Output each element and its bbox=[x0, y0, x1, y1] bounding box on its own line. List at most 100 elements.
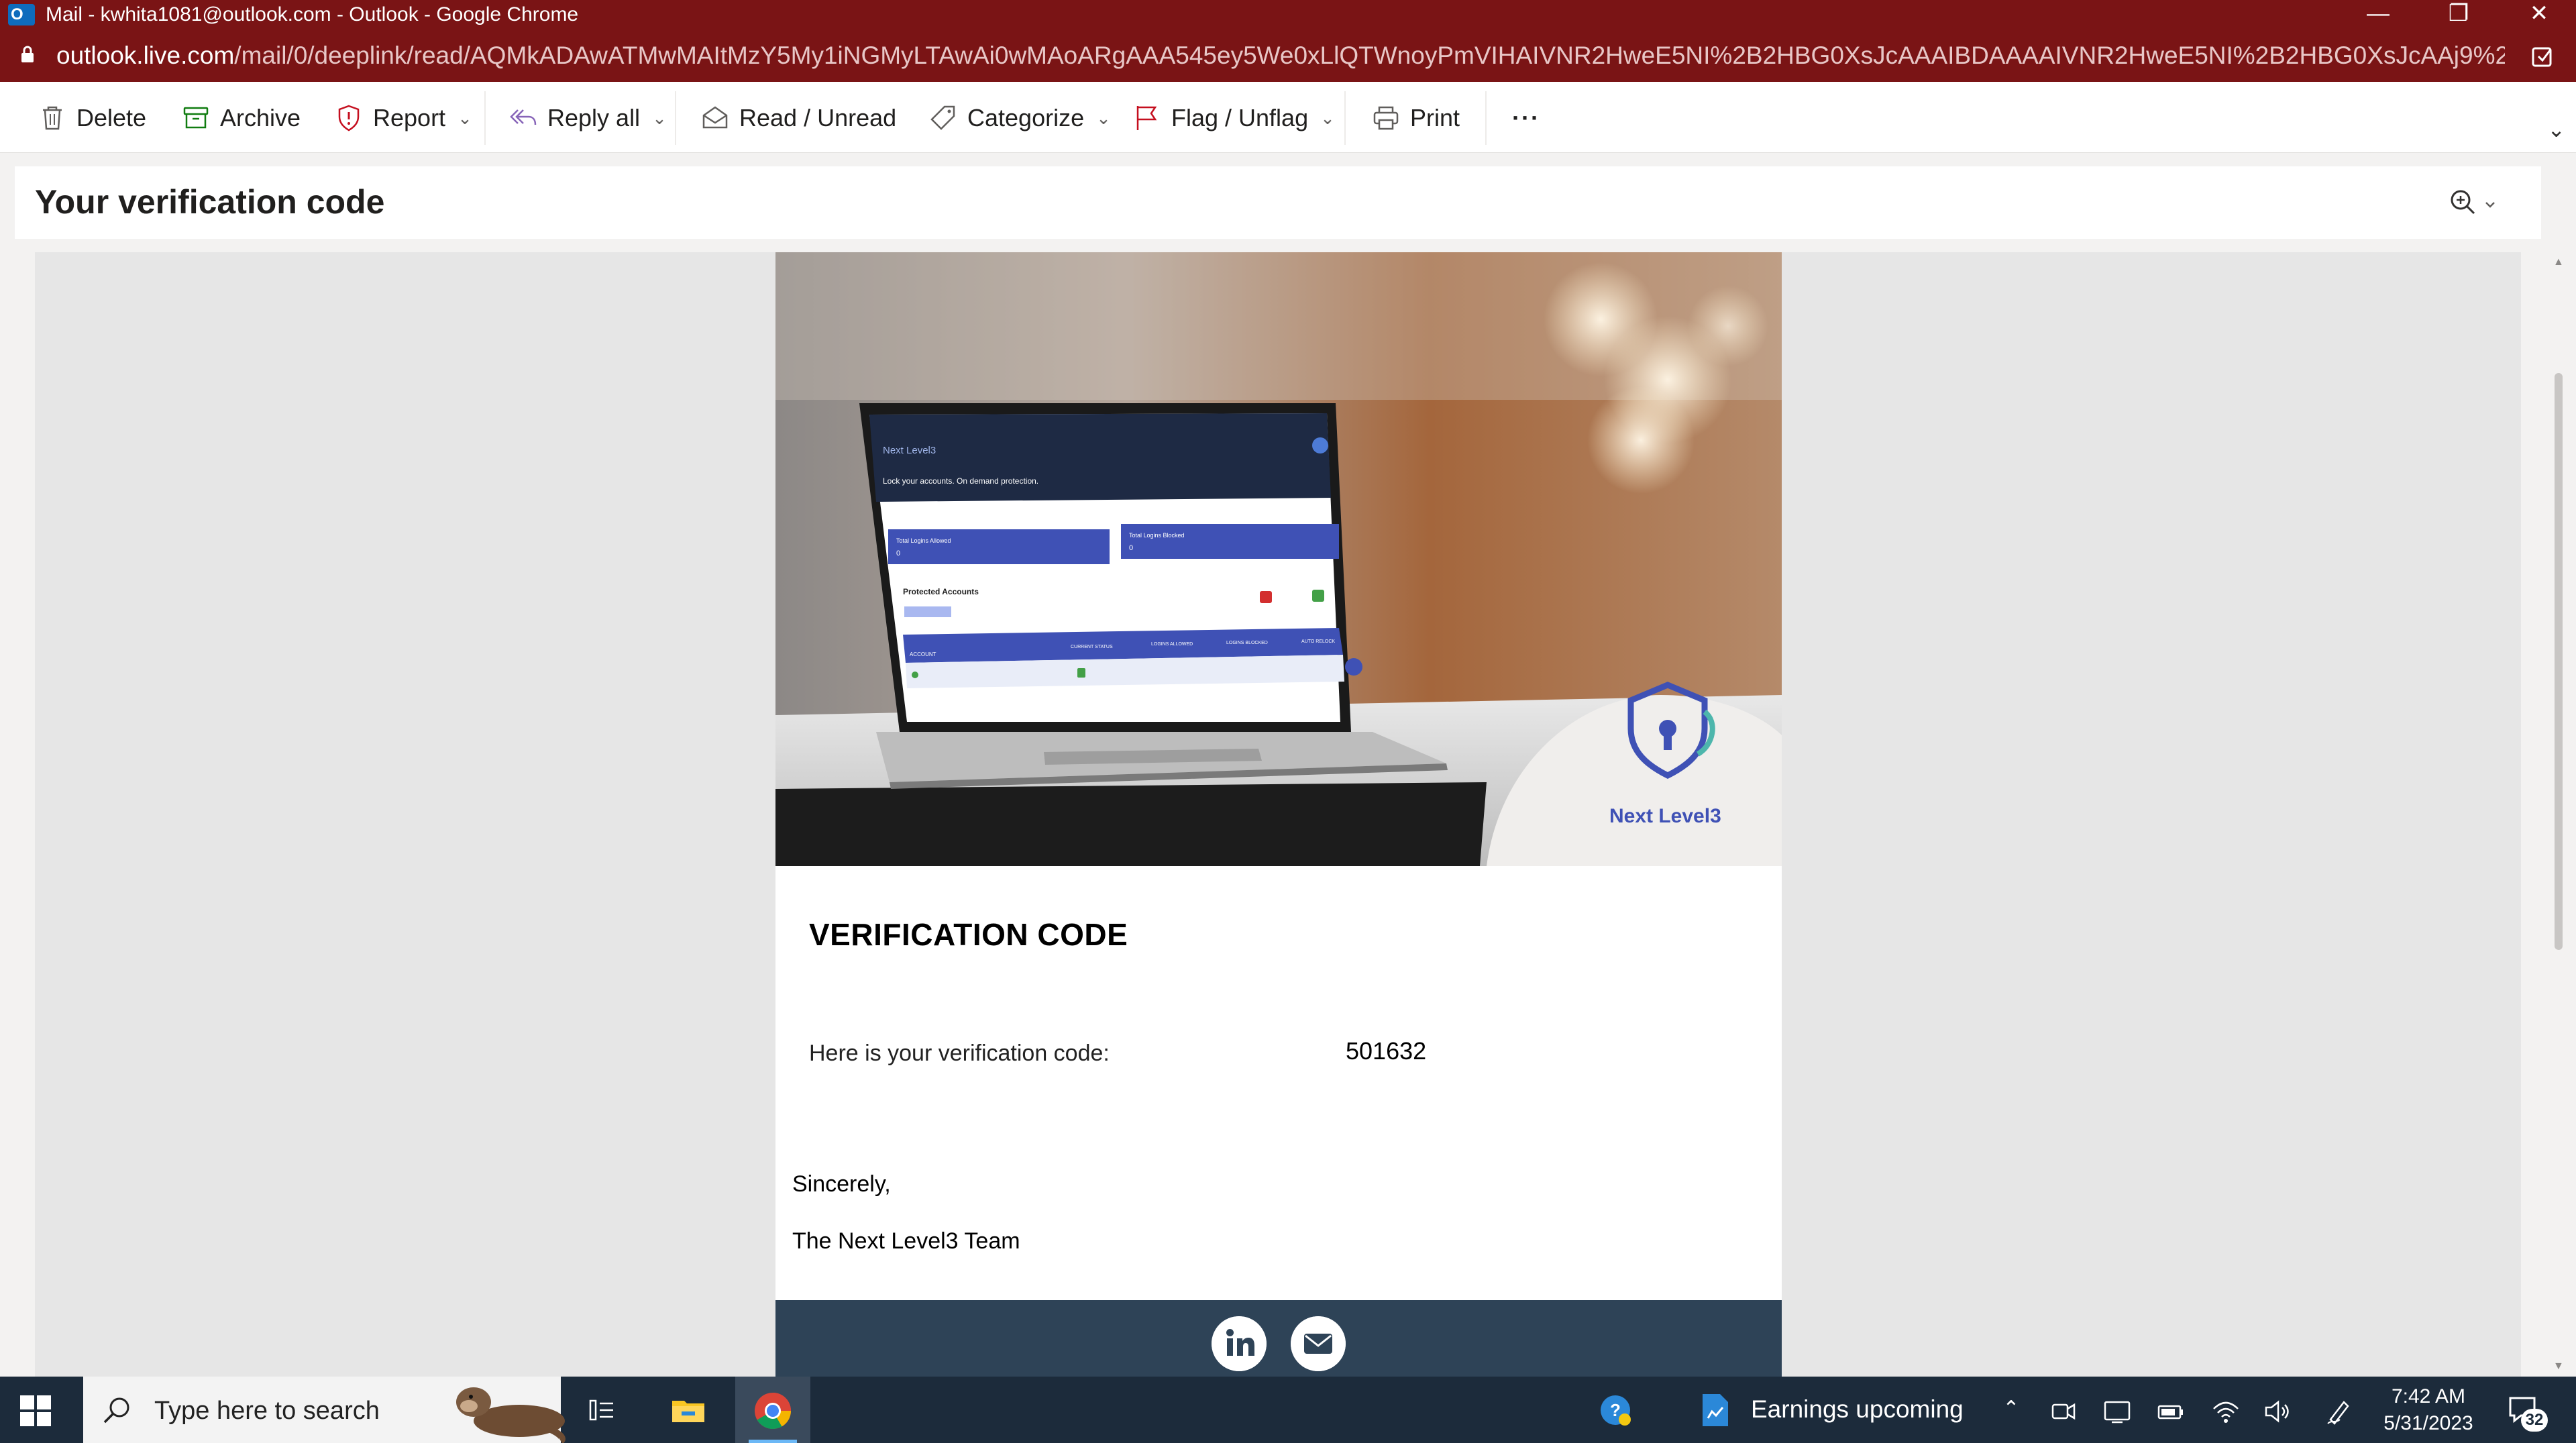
reply-all-icon bbox=[510, 109, 537, 125]
verification-code-value[interactable]: 501632 bbox=[1346, 1037, 1426, 1065]
browser-title-bar: Mail - kwhita1081@outlook.com - Outlook … bbox=[0, 0, 2576, 30]
separator bbox=[1485, 91, 1487, 145]
url-path: /mail/0/deeplink/read/AQMkADAwATMwMAItMz… bbox=[234, 42, 2505, 69]
svg-text:AUTO RELOCK: AUTO RELOCK bbox=[1301, 639, 1335, 644]
flag-button[interactable]: Flag / Unflag ⌄ bbox=[1132, 98, 1335, 138]
verification-code-label: Here is your verification code: bbox=[809, 1040, 1110, 1066]
svg-text:Lock your accounts. On demand: Lock your accounts. On demand protection… bbox=[883, 476, 1038, 486]
extension-icon[interactable] bbox=[2529, 43, 2556, 70]
more-label: ··· bbox=[1512, 104, 1540, 131]
close-button[interactable]: ✕ bbox=[2502, 0, 2576, 30]
meet-now-icon[interactable] bbox=[2049, 1397, 2078, 1426]
archive-icon bbox=[183, 107, 209, 129]
mail-icon[interactable] bbox=[1291, 1316, 1346, 1371]
message-subject: Your verification code bbox=[35, 183, 385, 221]
scroll-down-icon[interactable]: ▼ bbox=[2553, 1360, 2564, 1373]
more-actions-button[interactable]: ··· bbox=[1512, 98, 1540, 138]
message-header: Your verification code bbox=[15, 166, 2541, 239]
search-placeholder: Type here to search bbox=[154, 1397, 380, 1425]
chrome-icon bbox=[755, 1393, 791, 1430]
email-footer bbox=[775, 1300, 1782, 1377]
svg-text:0: 0 bbox=[896, 549, 900, 557]
ribbon-collapse-chevron-icon[interactable]: ⌄ bbox=[2547, 117, 2565, 142]
archive-button[interactable]: Archive bbox=[181, 98, 301, 138]
window-title: Mail - kwhita1081@outlook.com - Outlook … bbox=[46, 3, 579, 25]
pen-menu-icon[interactable] bbox=[2324, 1397, 2353, 1426]
reply-all-label: Reply all bbox=[547, 104, 641, 131]
report-label: Report bbox=[373, 104, 446, 131]
reading-pane-scrollbar[interactable]: ▲ ▼ bbox=[2549, 252, 2568, 1377]
archive-label: Archive bbox=[220, 104, 301, 131]
scroll-up-icon[interactable]: ▲ bbox=[2553, 256, 2564, 268]
svg-text:0: 0 bbox=[1129, 544, 1133, 552]
news-widget-icon[interactable] bbox=[1699, 1391, 1732, 1429]
svg-text:LOGINS ALLOWED: LOGINS ALLOWED bbox=[1151, 642, 1193, 647]
svg-text:ACCOUNT: ACCOUNT bbox=[910, 651, 936, 657]
chevron-down-icon[interactable]: ⌄ bbox=[1096, 108, 1111, 129]
clock-date: 5/31/2023 bbox=[2383, 1412, 2473, 1434]
news-widget-label[interactable]: Earnings upcoming bbox=[1751, 1395, 1964, 1424]
screen-capture-icon[interactable] bbox=[2102, 1397, 2132, 1426]
help-icon[interactable]: ? bbox=[1597, 1391, 1634, 1429]
print-button[interactable]: Print bbox=[1371, 98, 1460, 138]
otter-illustration-icon bbox=[456, 1387, 566, 1443]
delete-button[interactable]: Delete bbox=[38, 98, 146, 138]
clock[interactable]: 7:42 AM 5/31/2023 bbox=[2375, 1383, 2482, 1437]
task-view-icon[interactable] bbox=[584, 1391, 621, 1429]
read-unread-button[interactable]: Read / Unread bbox=[700, 98, 896, 138]
file-explorer-icon[interactable] bbox=[669, 1391, 707, 1429]
linkedin-icon[interactable] bbox=[1212, 1316, 1267, 1371]
reply-all-button[interactable]: Reply all ⌄ bbox=[508, 98, 667, 138]
email-closing: Sincerely, bbox=[792, 1171, 891, 1197]
hero-brand-text: Next Level3 bbox=[1609, 805, 1721, 827]
chevron-down-icon[interactable]: ⌄ bbox=[652, 108, 667, 129]
url-text[interactable]: outlook.live.com/mail/0/deeplink/read/AQ… bbox=[56, 42, 2505, 70]
laptop-brand-text: Next Level3 bbox=[883, 445, 936, 456]
url-host: outlook.live.com bbox=[56, 42, 235, 69]
windows-start-icon[interactable] bbox=[20, 1395, 51, 1426]
restore-button[interactable]: ❐ bbox=[2422, 0, 2496, 30]
battery-icon[interactable] bbox=[2156, 1397, 2186, 1426]
scrollbar-thumb[interactable] bbox=[2555, 373, 2563, 950]
svg-text:CURRENT STATUS: CURRENT STATUS bbox=[1071, 645, 1113, 649]
svg-text:Total Logins Allowed: Total Logins Allowed bbox=[896, 537, 951, 544]
email-heading: VERIFICATION CODE bbox=[809, 917, 1128, 952]
delete-label: Delete bbox=[76, 104, 147, 131]
email-signature: The Next Level3 Team bbox=[792, 1228, 1020, 1254]
separator bbox=[675, 91, 676, 145]
command-bar: Delete Archive Report ⌄ Reply all ⌄ Read… bbox=[0, 82, 2576, 153]
chevron-down-icon[interactable]: ⌄ bbox=[458, 108, 472, 129]
hero-image: Next Level3 Lock your accounts. On deman… bbox=[775, 252, 1782, 866]
notification-center-button[interactable]: 32 bbox=[2505, 1391, 2548, 1432]
read-unread-label: Read / Unread bbox=[739, 104, 897, 131]
printer-icon bbox=[1373, 106, 1399, 130]
svg-text:Total Logins Blocked: Total Logins Blocked bbox=[1129, 532, 1185, 539]
print-label: Print bbox=[1410, 104, 1460, 131]
address-bar[interactable]: outlook.live.com/mail/0/deeplink/read/AQ… bbox=[0, 30, 2576, 82]
notification-count-badge: 32 bbox=[2521, 1409, 2548, 1432]
email-body: Next Level3 Lock your accounts. On deman… bbox=[775, 252, 1782, 1377]
chevron-down-icon[interactable]: ⌄ bbox=[1320, 108, 1335, 129]
volume-icon[interactable] bbox=[2262, 1397, 2292, 1426]
wifi-icon[interactable] bbox=[2211, 1397, 2241, 1426]
clock-time: 7:42 AM bbox=[2391, 1385, 2466, 1407]
flag-icon bbox=[1136, 106, 1157, 130]
svg-text:?: ? bbox=[1610, 1400, 1621, 1420]
show-hidden-icons-icon[interactable]: ⌃ bbox=[1996, 1397, 2026, 1426]
minimize-button[interactable]: — bbox=[2341, 0, 2415, 30]
categorize-label: Categorize bbox=[967, 104, 1085, 131]
chrome-taskbar-button[interactable] bbox=[735, 1377, 810, 1443]
trash-icon bbox=[43, 106, 62, 130]
taskbar-search-box[interactable]: Type here to search bbox=[83, 1377, 566, 1443]
envelope-open-icon bbox=[702, 106, 728, 129]
outlook-icon bbox=[8, 4, 35, 25]
svg-text:Protected Accounts: Protected Accounts bbox=[903, 587, 979, 596]
zoom-icon[interactable] bbox=[2447, 186, 2501, 220]
separator bbox=[1344, 91, 1346, 145]
categorize-button[interactable]: Categorize ⌄ bbox=[928, 98, 1111, 138]
svg-text:LOGINS BLOCKED: LOGINS BLOCKED bbox=[1226, 641, 1268, 645]
tag-icon bbox=[930, 105, 955, 130]
shield-warning-icon bbox=[338, 105, 360, 131]
report-button[interactable]: Report ⌄ bbox=[334, 98, 472, 138]
flag-label: Flag / Unflag bbox=[1171, 104, 1309, 131]
